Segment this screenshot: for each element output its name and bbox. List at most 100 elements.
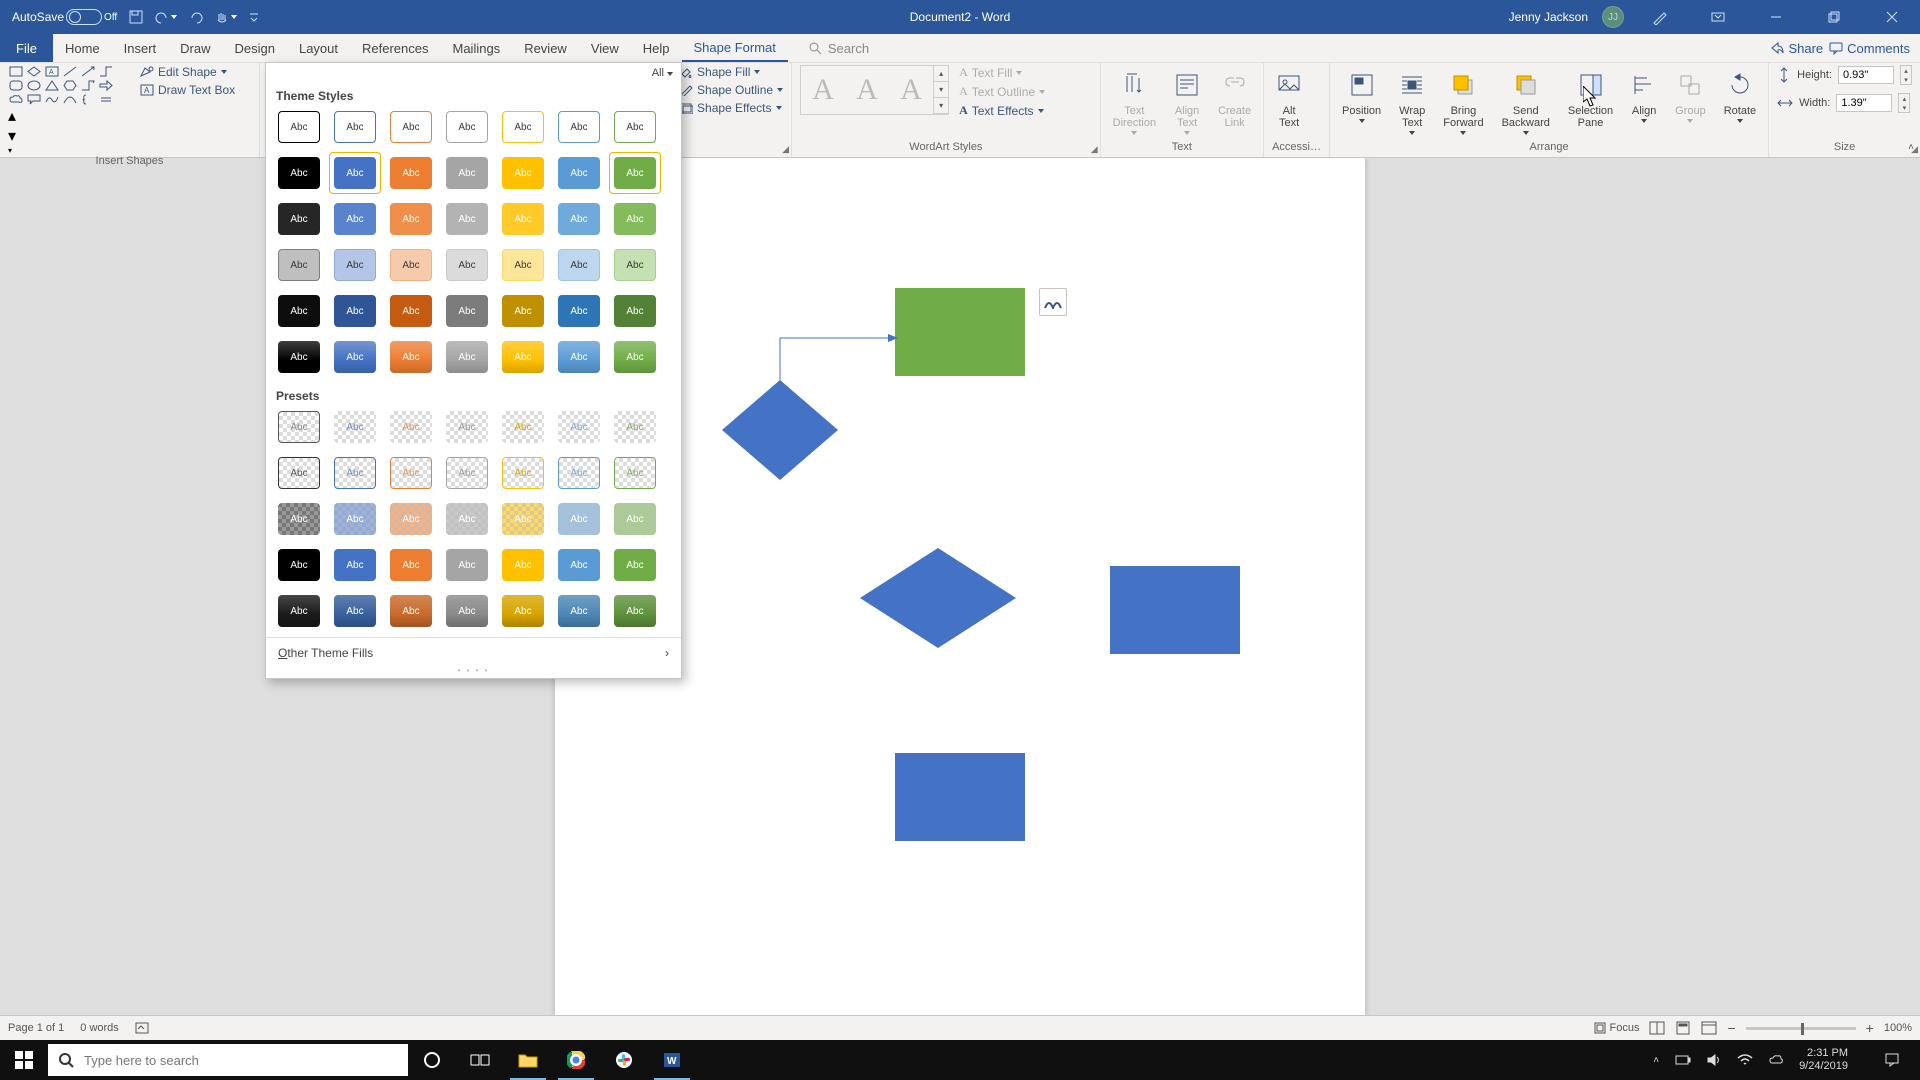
comments-button[interactable]: Comments	[1829, 41, 1910, 56]
zoom-out-button[interactable]: −	[1727, 1020, 1735, 1036]
shape-style-swatch[interactable]: Abc	[278, 503, 320, 535]
shape-style-swatch[interactable]: Abc	[502, 549, 544, 581]
shape-style-swatch[interactable]: Abc	[390, 157, 432, 189]
collapse-ribbon-button[interactable]: ˄	[1908, 142, 1914, 153]
volume-icon[interactable]	[1707, 1053, 1721, 1067]
shape-style-swatch[interactable]: Abc	[614, 457, 656, 489]
shape-style-swatch[interactable]: Abc	[502, 249, 544, 281]
ribbon-display-button[interactable]	[1696, 0, 1740, 34]
shape-rect-icon[interactable]	[8, 65, 24, 78]
shape-style-swatch[interactable]: Abc	[278, 249, 320, 281]
web-layout-icon[interactable]	[1701, 1021, 1717, 1035]
shape-arrow-icon[interactable]	[98, 79, 114, 92]
text-outline-button[interactable]: AText Outline	[959, 84, 1045, 99]
width-down-button[interactable]: ▾	[1899, 103, 1909, 112]
read-mode-icon[interactable]	[1649, 1021, 1665, 1035]
shape-style-swatch[interactable]: Abc	[502, 341, 544, 373]
word-button[interactable]: W	[648, 1040, 696, 1080]
shape-line-icon[interactable]	[62, 65, 78, 78]
shape-style-swatch[interactable]: Abc	[390, 295, 432, 327]
shape-style-swatch[interactable]: Abc	[558, 411, 600, 443]
shape-style-swatch[interactable]: Abc	[614, 295, 656, 327]
task-view-button[interactable]	[456, 1040, 504, 1080]
shape-style-swatch[interactable]: Abc	[558, 111, 600, 143]
gallery-more-button[interactable]: ▾	[8, 146, 114, 155]
shape-style-swatch[interactable]: Abc	[446, 457, 488, 489]
action-center-button[interactable]	[1870, 1040, 1914, 1080]
shape-style-swatch[interactable]: Abc	[278, 411, 320, 443]
wordart-launcher[interactable]: ◢	[1091, 144, 1098, 155]
shape-style-swatch[interactable]: Abc	[390, 249, 432, 281]
shape-style-swatch[interactable]: Abc	[446, 157, 488, 189]
canvas-shape-rectangle-blue-2[interactable]	[895, 753, 1025, 841]
shape-style-swatch[interactable]: Abc	[334, 249, 376, 281]
tab-insert[interactable]: Insert	[112, 34, 169, 62]
height-up-button[interactable]: ▴	[1901, 66, 1911, 75]
shape-style-swatch[interactable]: Abc	[558, 595, 600, 627]
shape-style-swatch[interactable]: Abc	[502, 295, 544, 327]
shape-style-swatch[interactable]: Abc	[614, 157, 656, 189]
shape-style-swatch[interactable]: Abc	[446, 295, 488, 327]
shape-style-swatch[interactable]: Abc	[446, 549, 488, 581]
shape-style-swatch[interactable]: Abc	[502, 203, 544, 235]
shape-style-swatch[interactable]: Abc	[558, 341, 600, 373]
text-effects-button[interactable]: AText Effects	[959, 103, 1045, 118]
shape-style-swatch[interactable]: Abc	[278, 203, 320, 235]
edit-shape-button[interactable]: Edit Shape	[140, 65, 235, 79]
align-button[interactable]: Align	[1627, 65, 1661, 125]
shape-textbox-icon[interactable]: A	[44, 65, 60, 78]
shape-style-swatch[interactable]: Abc	[558, 457, 600, 489]
shape-style-swatch[interactable]: Abc	[334, 341, 376, 373]
taskbar-clock[interactable]: 2:31 PM 9/24/2019	[1799, 1047, 1854, 1073]
shapes-gallery[interactable]: A	[8, 65, 130, 155]
shape-triangle-icon[interactable]	[44, 79, 60, 92]
qat-customize[interactable]	[245, 10, 263, 24]
shape-style-swatch[interactable]: Abc	[502, 595, 544, 627]
close-button[interactable]	[1870, 0, 1914, 34]
status-page[interactable]: Page 1 of 1	[8, 1022, 64, 1034]
user-name[interactable]: Jenny Jackson	[1509, 10, 1588, 24]
shape-style-swatch[interactable]: Abc	[446, 111, 488, 143]
wifi-icon[interactable]	[1737, 1054, 1753, 1066]
shape-style-swatch[interactable]: Abc	[502, 111, 544, 143]
shape-elbowarrow-icon[interactable]	[80, 79, 96, 92]
shape-style-swatch[interactable]: Abc	[334, 411, 376, 443]
shape-style-swatch[interactable]: Abc	[502, 457, 544, 489]
tab-mailings[interactable]: Mailings	[441, 34, 513, 62]
ink-button[interactable]	[1638, 0, 1682, 34]
shape-style-swatch[interactable]: Abc	[558, 157, 600, 189]
shape-style-swatch[interactable]: Abc	[278, 295, 320, 327]
tab-help[interactable]: Help	[631, 34, 682, 62]
tab-design[interactable]: Design	[223, 34, 287, 62]
tab-shape-format[interactable]: Shape Format	[682, 34, 788, 62]
tab-file[interactable]: File	[0, 34, 53, 62]
shape-brace-icon[interactable]	[80, 93, 96, 106]
shape-outline-button[interactable]: Shape Outline	[679, 83, 783, 97]
tab-layout[interactable]: Layout	[287, 34, 350, 62]
shape-arc-icon[interactable]	[62, 93, 78, 106]
shape-style-swatch[interactable]: Abc	[446, 341, 488, 373]
shape-style-swatch[interactable]: Abc	[558, 503, 600, 535]
shape-style-swatch[interactable]: Abc	[334, 203, 376, 235]
send-backward-button[interactable]: Send Backward	[1498, 65, 1554, 137]
text-direction-button[interactable]: Text Direction	[1109, 65, 1160, 137]
shape-style-swatch[interactable]: Abc	[558, 549, 600, 581]
shape-style-swatch[interactable]: Abc	[614, 111, 656, 143]
height-input[interactable]	[1838, 66, 1894, 84]
maximize-button[interactable]	[1812, 0, 1856, 34]
align-text-button[interactable]: Align Text	[1170, 65, 1204, 137]
shape-style-swatch[interactable]: Abc	[334, 157, 376, 189]
redo-button[interactable]	[185, 8, 207, 26]
shape-style-swatch[interactable]: Abc	[446, 203, 488, 235]
tab-view[interactable]: View	[579, 34, 631, 62]
shape-style-swatch[interactable]: Abc	[278, 595, 320, 627]
cortana-button[interactable]	[408, 1040, 456, 1080]
shape-style-swatch[interactable]: Abc	[446, 595, 488, 627]
shape-effects-button[interactable]: Shape Effects	[679, 101, 783, 115]
shape-style-swatch[interactable]: Abc	[502, 157, 544, 189]
shape-style-swatch[interactable]: Abc	[390, 411, 432, 443]
shape-style-swatch[interactable]: Abc	[390, 111, 432, 143]
shape-cloud-icon[interactable]	[8, 93, 24, 106]
shape-style-swatch[interactable]: Abc	[278, 549, 320, 581]
shape-style-swatch[interactable]: Abc	[390, 203, 432, 235]
